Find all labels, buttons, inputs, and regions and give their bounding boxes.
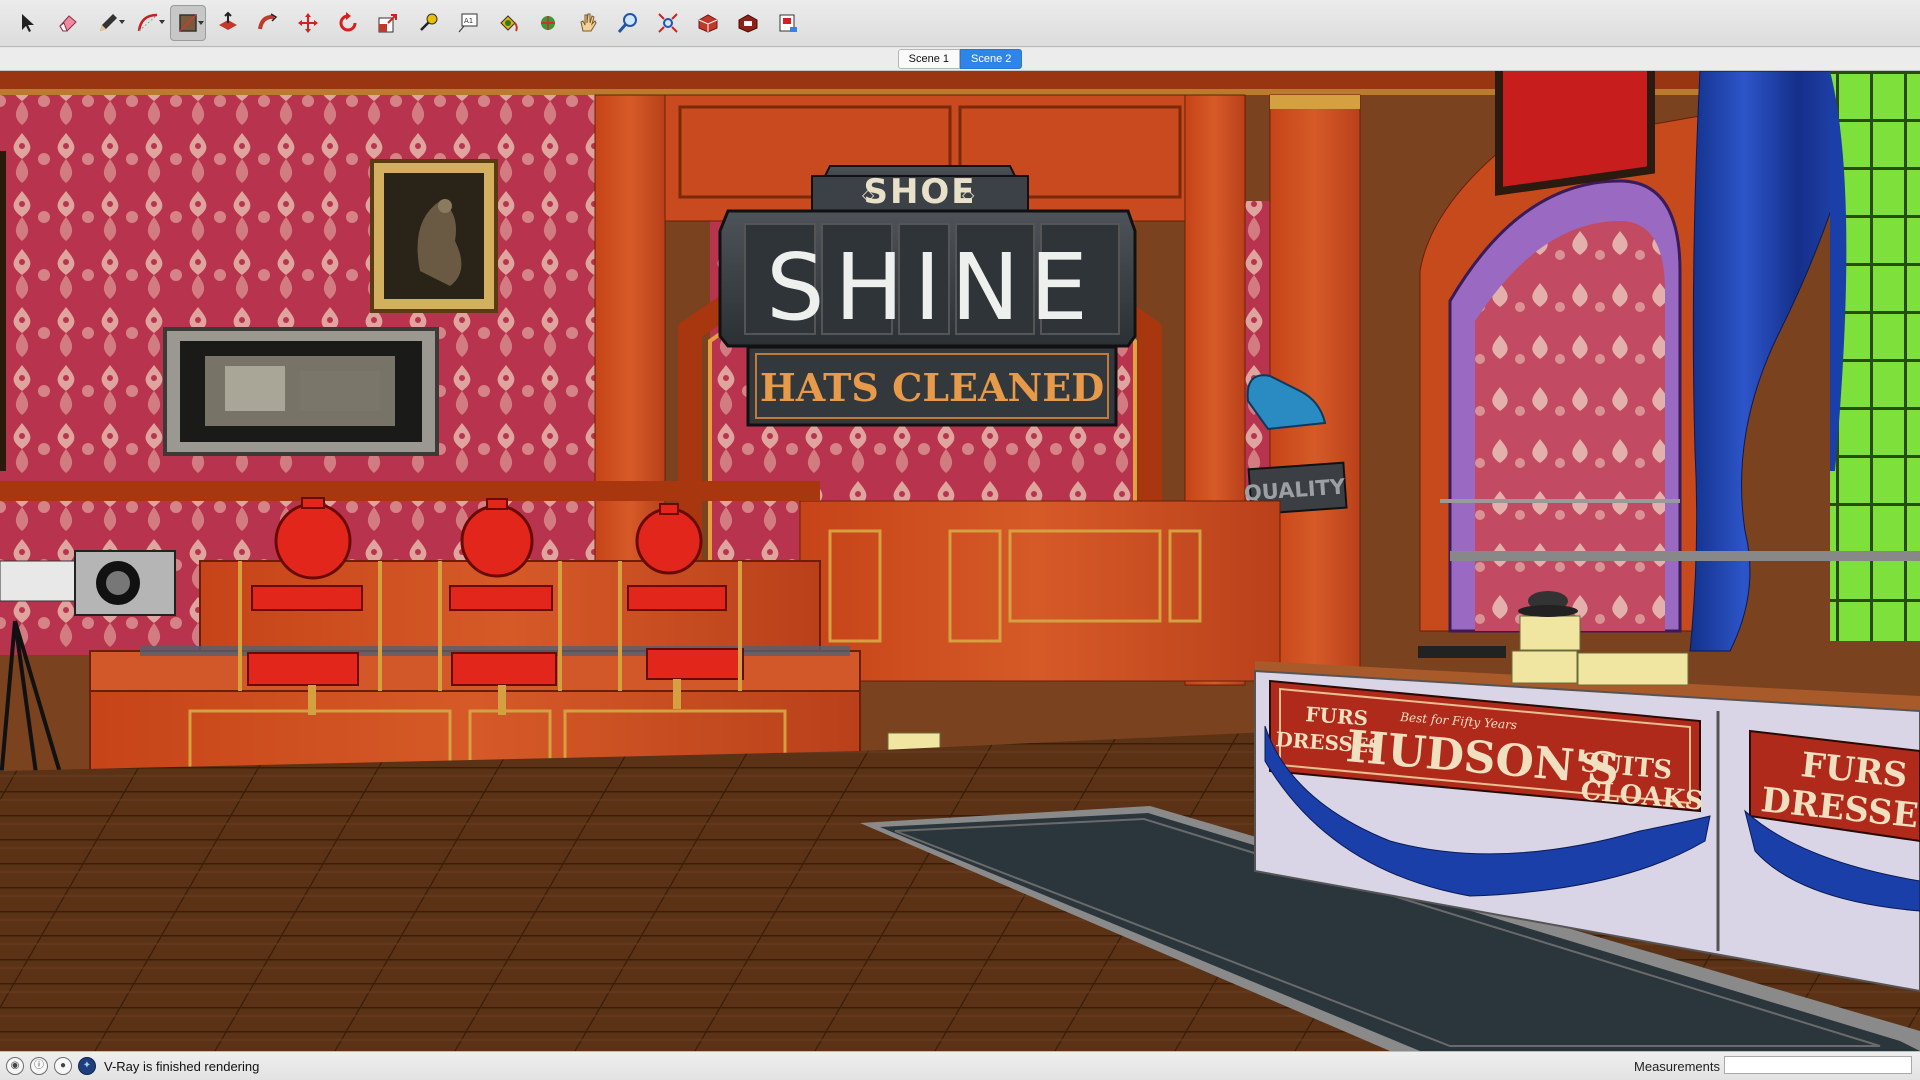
wainscot-panel [799, 500, 1281, 682]
pan-tool-button[interactable] [570, 5, 606, 41]
svg-text:◇: ◇ [862, 185, 875, 204]
follow-me-icon [258, 13, 278, 30]
chevron-down-icon[interactable] [198, 21, 204, 25]
arc-tool-button[interactable] [130, 5, 166, 41]
zoom-magnifier-icon [617, 13, 637, 33]
move-tool-button[interactable] [290, 5, 326, 41]
orbit-tool-button[interactable] [530, 5, 566, 41]
line-tool-button[interactable] [90, 5, 126, 41]
follow-me-tool-button[interactable] [250, 5, 286, 41]
rotate-tool-button[interactable] [330, 5, 366, 41]
orbit-icon [541, 16, 555, 30]
extension-warehouse-icon [738, 14, 758, 33]
shapes-tool-button[interactable] [170, 5, 206, 41]
move-arrows-icon [298, 13, 318, 33]
paint-bucket-tool-button[interactable] [490, 5, 526, 41]
send-to-layout-button[interactable] [770, 5, 806, 41]
rotate-icon [339, 12, 357, 32]
text-tool-icon: A1 [458, 13, 478, 33]
zoom-tool-button[interactable] [610, 5, 646, 41]
scene-tabs-bar: Scene 1 Scene 2 [0, 48, 1920, 71]
chevron-down-icon[interactable] [119, 20, 125, 24]
pan-hand-icon [580, 13, 597, 32]
rectangle-shape-icon [179, 14, 197, 32]
red-painting-frame [1503, 71, 1647, 187]
user-account-icon[interactable]: ● [54, 1057, 72, 1075]
status-bar: ◉ ⓘ ● ✦ V-Ray is finished rendering Meas… [0, 1051, 1920, 1080]
model-viewport[interactable]: SHOE ◇ ◇ SHINE HATS CLEANED QUALITY FURS… [0, 71, 1920, 1051]
tab-scene-1[interactable]: Scene 1 [897, 49, 960, 69]
zoom-extents-icon [658, 13, 678, 33]
tab-scene-2[interactable]: Scene 2 [960, 49, 1023, 69]
select-tool-button[interactable] [10, 5, 46, 41]
measurements-label: Measurements [1634, 1059, 1720, 1074]
scene-render: SHOE ◇ ◇ SHINE HATS CLEANED QUALITY FURS… [0, 71, 1920, 1051]
scale-icon [378, 14, 397, 33]
push-pull-icon [219, 11, 237, 30]
tape-measure-icon [420, 13, 438, 31]
eraser-tool-button[interactable] [50, 5, 86, 41]
vray-status-icon: ✦ [78, 1057, 96, 1075]
sign-main-text: SHINE [766, 234, 1098, 341]
measurements-input[interactable] [1724, 1056, 1912, 1074]
credits-info-icon[interactable]: ⓘ [30, 1057, 48, 1075]
sign-bottom-text: HATS CLEANED [760, 365, 1104, 410]
arc-icon [137, 13, 158, 32]
status-message: V-Ray is finished rendering [104, 1058, 260, 1074]
select-arrow-icon [22, 14, 34, 32]
svg-text:◇: ◇ [962, 185, 975, 204]
main-toolbar: A1 [0, 0, 1920, 47]
tape-measure-tool-button[interactable] [410, 5, 446, 41]
zoom-extents-tool-button[interactable] [650, 5, 686, 41]
chevron-down-icon[interactable] [159, 20, 165, 24]
geo-location-icon[interactable]: ◉ [6, 1057, 24, 1075]
extension-warehouse-button[interactable] [730, 5, 766, 41]
sign-top-text: SHOE [863, 172, 976, 212]
eraser-icon [59, 15, 77, 32]
send-to-layout-icon [779, 14, 797, 32]
svg-text:A1: A1 [464, 17, 473, 25]
text-tool-button[interactable]: A1 [450, 5, 486, 41]
3d-warehouse-icon [698, 14, 718, 33]
paint-bucket-icon [500, 15, 518, 32]
scale-tool-button[interactable] [370, 5, 406, 41]
3d-warehouse-button[interactable] [690, 5, 726, 41]
push-pull-tool-button[interactable] [210, 5, 246, 41]
pencil-line-icon [100, 14, 117, 31]
